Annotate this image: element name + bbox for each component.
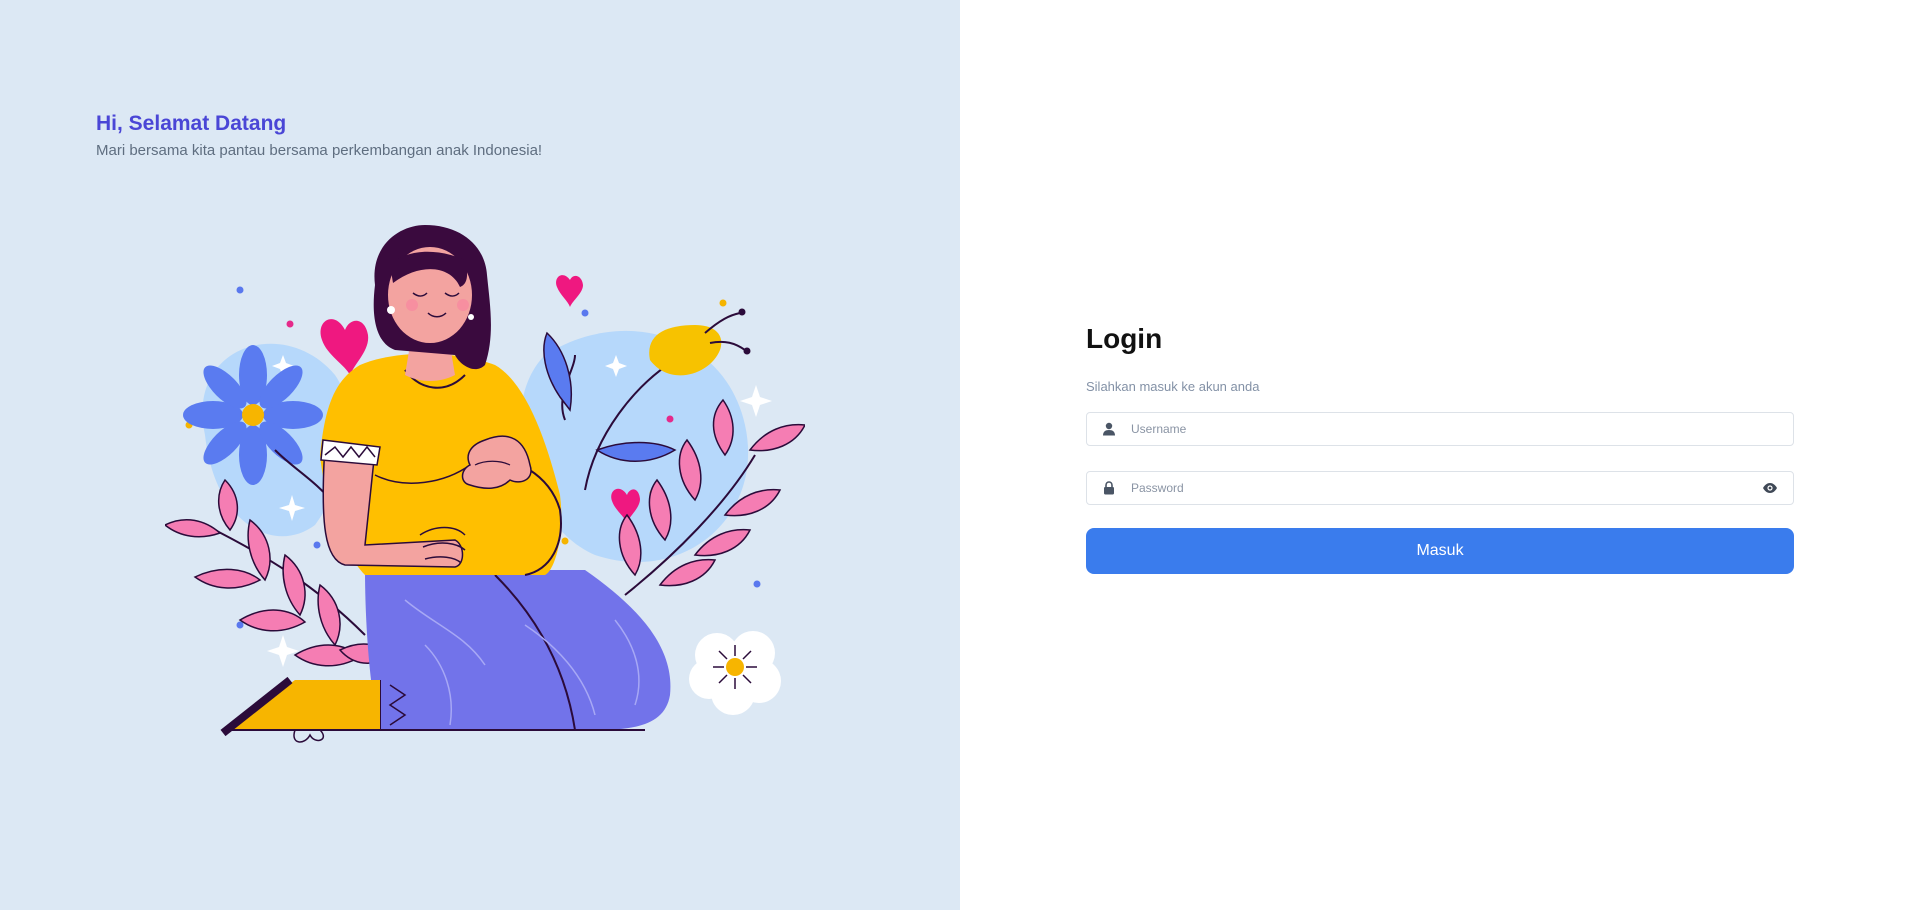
welcome-panel: Hi, Selamat Datang Mari bersama kita pan… <box>0 0 960 910</box>
login-button[interactable]: Masuk <box>1086 528 1794 574</box>
password-field[interactable] <box>1086 471 1794 505</box>
login-form: Login Silahkan masuk ke akun anda Userna… <box>1086 323 1794 574</box>
username-input[interactable] <box>1129 421 1779 437</box>
pregnant-woman-illustration <box>165 225 805 743</box>
password-input[interactable] <box>1129 480 1761 496</box>
login-page: Hi, Selamat Datang Mari bersama kita pan… <box>0 0 1919 910</box>
greeting: Hi, Selamat Datang Mari bersama kita pan… <box>96 112 542 159</box>
login-title: Login <box>1086 323 1163 354</box>
greeting-title: Hi, Selamat Datang <box>96 112 287 135</box>
greeting-subtitle: Mari bersama kita pantau bersama perkemb… <box>96 142 543 159</box>
login-panel: Login Silahkan masuk ke akun anda Userna… <box>960 0 1919 910</box>
lock-icon <box>1101 480 1117 496</box>
login-subtitle: Silahkan masuk ke akun anda <box>1086 379 1260 394</box>
username-field[interactable] <box>1086 412 1794 446</box>
user-icon <box>1101 421 1117 437</box>
eye-icon[interactable] <box>1761 479 1779 497</box>
